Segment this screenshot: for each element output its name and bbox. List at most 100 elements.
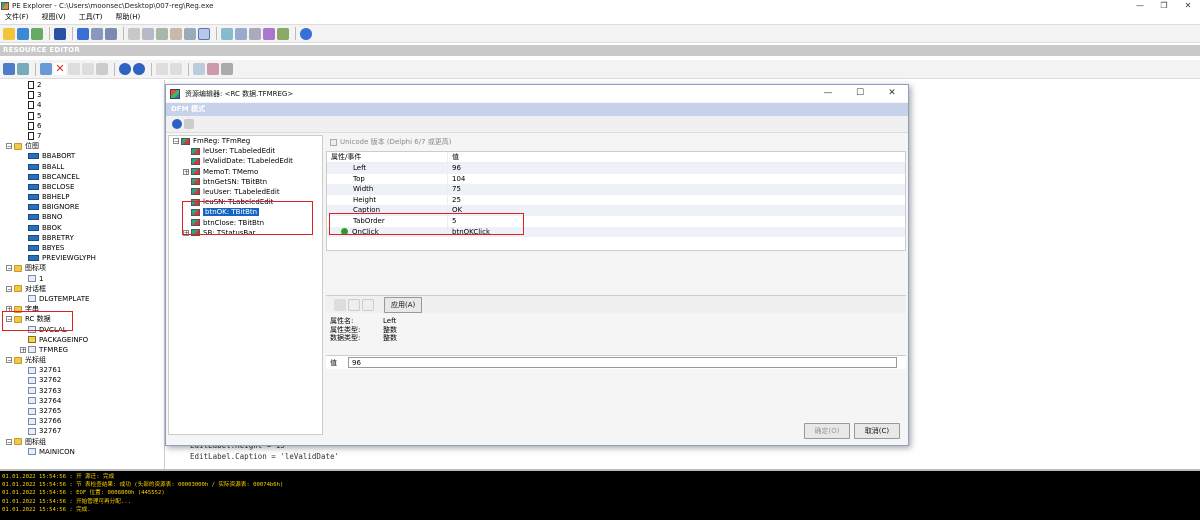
component-tree-item[interactable]: leUser: TLabeledEdit: [169, 146, 322, 156]
tree-expander-icon[interactable]: +: [20, 346, 26, 353]
form-component-tree[interactable]: − FmReg: TFmReg leUser: TLabeledEdit leVali…: [168, 135, 323, 435]
unicode-checkbox[interactable]: [330, 138, 337, 146]
debug-icon[interactable]: [170, 27, 182, 40]
play-icon[interactable]: [156, 63, 168, 75]
property-value[interactable]: 75: [447, 184, 697, 195]
resource-editor-icon[interactable]: [198, 27, 210, 40]
tree-item[interactable]: BBIGNORE: [0, 202, 164, 212]
tree-item[interactable]: 32765: [0, 406, 164, 416]
paste-icon[interactable]: [348, 298, 360, 311]
tree-expander-icon[interactable]: −: [173, 138, 179, 145]
property-value[interactable]: 25: [447, 194, 697, 206]
tree-item[interactable]: 4: [0, 100, 164, 110]
tree-item[interactable]: 32767: [0, 426, 164, 436]
tree-item[interactable]: BBALL: [0, 162, 164, 172]
menu-file[interactable]: 文件(F): [5, 12, 29, 22]
upload-icon[interactable]: [133, 63, 145, 75]
tree-item[interactable]: 7: [0, 131, 164, 141]
help-icon[interactable]: [172, 119, 182, 129]
tree-item[interactable]: 2: [0, 80, 164, 90]
tree-item[interactable]: − 对话框: [0, 284, 164, 294]
apply-button[interactable]: 应用(A): [384, 296, 423, 313]
tree-item[interactable]: BBCLOSE: [0, 182, 164, 192]
replace-resource-icon[interactable]: [17, 63, 29, 75]
tree-item[interactable]: 5: [0, 111, 164, 121]
property-row[interactable]: Width 75: [327, 184, 905, 195]
open-icon[interactable]: [3, 27, 15, 40]
tree-item[interactable]: MAINICON: [0, 447, 164, 457]
tree-item[interactable]: 32761: [0, 365, 164, 375]
dialog-minimize-button[interactable]: —: [812, 85, 844, 102]
tree-item[interactable]: 32762: [0, 375, 164, 385]
recent-icon[interactable]: [31, 27, 43, 40]
tree-item[interactable]: PREVIEWGLYPH: [0, 253, 164, 263]
component-tree-item[interactable]: − FmReg: TFmReg: [169, 136, 322, 146]
reload-icon[interactable]: [17, 27, 29, 40]
info-icon[interactable]: [77, 27, 89, 40]
plugin-icon[interactable]: [277, 27, 289, 40]
section-editor-icon[interactable]: [249, 27, 261, 40]
property-value[interactable]: 96: [447, 163, 697, 174]
undo-icon[interactable]: [334, 298, 346, 311]
headers-icon[interactable]: [91, 27, 103, 40]
property-row[interactable]: Height 25: [327, 194, 905, 206]
component-tree-item[interactable]: + MemoT: TMemo: [169, 167, 322, 177]
copy-icon[interactable]: [362, 298, 374, 311]
tree-expander-icon[interactable]: −: [6, 265, 12, 272]
tree-item[interactable]: BBYES: [0, 243, 164, 253]
undo-icon[interactable]: [68, 63, 80, 75]
ok-button[interactable]: 确定(O): [804, 423, 850, 439]
stop-icon[interactable]: [170, 63, 182, 75]
tree-item[interactable]: − 图标项: [0, 263, 164, 273]
tree-expander-icon[interactable]: −: [6, 357, 12, 364]
tree-item[interactable]: 1: [0, 274, 164, 284]
syntax-icon[interactable]: [235, 27, 247, 40]
tree-expander-icon[interactable]: −: [6, 143, 12, 150]
tree-item[interactable]: BBRETRY: [0, 233, 164, 243]
help-icon[interactable]: [300, 27, 312, 40]
resources-icon[interactable]: [156, 27, 168, 40]
grid-icon[interactable]: [221, 63, 233, 75]
tree-item[interactable]: DLGTEMPLATE: [0, 294, 164, 304]
save-icon[interactable]: [54, 27, 66, 40]
tree-item[interactable]: − 位图: [0, 141, 164, 151]
tree-item[interactable]: 6: [0, 121, 164, 131]
copy-resource-icon[interactable]: [3, 63, 15, 75]
tree-expander-icon[interactable]: −: [6, 438, 12, 445]
value-input[interactable]: 96: [348, 357, 897, 368]
export-icon[interactable]: [96, 63, 108, 75]
maximize-button[interactable]: ❐: [1152, 0, 1176, 11]
tree-item[interactable]: 3: [0, 90, 164, 100]
menu-help[interactable]: 帮助(H): [116, 12, 141, 22]
minimize-button[interactable]: —: [1128, 0, 1152, 11]
property-grid[interactable]: 属性/事件 值 Left 96 Top 104 Width 75 Height 25 Capti…: [326, 151, 906, 251]
property-value[interactable]: 104: [447, 173, 697, 185]
unicode-option[interactable]: Unicode 版本 (Delphi 6/7 或更高): [326, 135, 906, 149]
tree-item[interactable]: + TFMREG: [0, 345, 164, 355]
edit-resource-icon[interactable]: [40, 63, 52, 75]
menu-view[interactable]: 视图(V): [42, 12, 66, 22]
tree-expander-icon[interactable]: −: [6, 285, 12, 292]
component-tree-item[interactable]: leuUser: TLabeledEdit: [169, 187, 322, 197]
tree-item[interactable]: BBABORT: [0, 151, 164, 161]
close-button[interactable]: ✕: [1176, 0, 1200, 11]
image-edit-icon[interactable]: [207, 63, 219, 75]
tree-item[interactable]: 32764: [0, 396, 164, 406]
tree-expander-icon[interactable]: +: [183, 168, 189, 175]
property-row[interactable]: Top 104: [327, 173, 905, 185]
menu-tools[interactable]: 工具(T): [79, 12, 103, 22]
tree-item[interactable]: BBHELP: [0, 192, 164, 202]
tree-item[interactable]: BBNO: [0, 212, 164, 222]
tree-item[interactable]: 32766: [0, 416, 164, 426]
delete-icon[interactable]: ✕: [54, 63, 66, 75]
tree-item[interactable]: BBCANCEL: [0, 172, 164, 182]
tree-item[interactable]: − 图标组: [0, 437, 164, 447]
property-row[interactable]: Left 96: [327, 163, 905, 174]
dependency-icon[interactable]: [221, 27, 233, 40]
component-tree-item[interactable]: leValidDate: TLabeledEdit: [169, 156, 322, 166]
disasm-icon[interactable]: [184, 27, 196, 40]
dialog-maximize-button[interactable]: ☐: [844, 85, 876, 102]
refresh-icon[interactable]: [184, 119, 194, 129]
dialog-close-button[interactable]: ✕: [876, 85, 908, 102]
component-tree-item[interactable]: btnGetSN: TBitBtn: [169, 177, 322, 187]
